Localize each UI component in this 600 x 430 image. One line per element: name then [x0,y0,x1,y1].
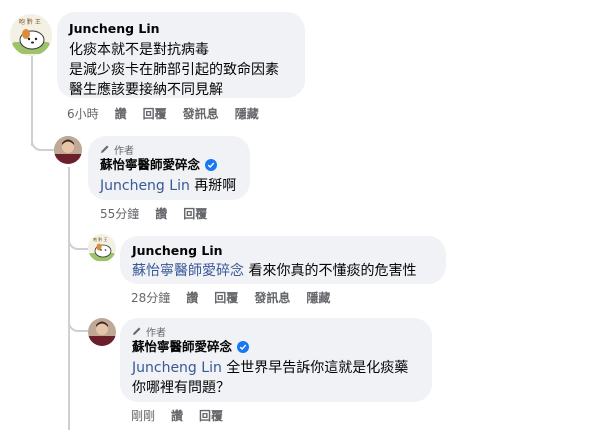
avatar-author[interactable] [88,318,116,346]
reply-button[interactable]: 回覆 [199,408,223,424]
like-button[interactable]: 讚 [115,106,127,122]
thread-elbow-1 [31,125,55,151]
hide-button[interactable]: 隱藏 [235,106,259,122]
comment-text: Juncheng Lin 全世界早告訴你這就是化痰藥 你哪裡有問題？ [132,360,409,396]
pencil-icon [101,145,109,153]
comment-actions-1: 6小時 讚 回覆 發訊息 隱藏 [67,106,259,122]
comment-bubble-3: Juncheng Lin 蘇怡寧醫師愛碎念 看來你真的不懂痰的危害性 [120,236,446,284]
pencil-icon [133,327,141,335]
comment-timestamp[interactable]: 剛剛 [131,408,155,424]
comment-text: 蘇怡寧醫師愛碎念 看來你真的不懂痰的危害性 [132,263,417,279]
like-button[interactable]: 讚 [155,206,167,222]
verified-badge-icon [237,341,250,353]
reply-button[interactable]: 回覆 [143,106,167,122]
comment-bubble-2: 作者 蘇怡寧醫師愛碎念 Juncheng Lin 再掰啊 [88,136,250,200]
comment-timestamp[interactable]: 55分鐘 [100,206,139,222]
mention-link[interactable]: 蘇怡寧醫師愛碎念 [132,263,244,279]
reply-button[interactable]: 回覆 [183,206,207,222]
like-button[interactable]: 讚 [171,408,183,424]
message-button[interactable]: 發訊息 [254,290,290,306]
message-button[interactable]: 發訊息 [183,106,219,122]
like-button[interactable]: 讚 [186,290,198,306]
comment-author-name[interactable]: Juncheng Lin [132,242,434,260]
comment-actions-2: 55分鐘 讚 回覆 [100,206,207,222]
reply-button[interactable]: 回覆 [214,290,238,306]
comment-timestamp[interactable]: 6小時 [67,106,99,122]
avatar-dog-illustration: 咆 黔 王 [10,14,52,56]
avatar-juncheng-lin[interactable]: 咆 黔 王 [10,14,52,56]
avatar-author[interactable] [54,136,82,164]
comment-actions-3: 28分鐘 讚 回覆 發訊息 隱藏 [131,290,330,306]
thread-elbow-3 [68,306,88,332]
avatar-dog-illustration: 咆 黔 王 [88,234,116,262]
comment-timestamp[interactable]: 28分鐘 [131,290,170,306]
svg-text:咆 黔 王: 咆 黔 王 [93,236,108,242]
comment-text: 化痰本就不是對抗病毒 是減少痰卡在肺部引起的致命因素 醫生應該要接納不同見解 [69,42,279,98]
comment-actions-4: 剛剛 讚 回覆 [131,408,223,424]
avatar-juncheng-lin[interactable]: 咆 黔 王 [88,234,116,262]
mention-link[interactable]: Juncheng Lin [100,178,190,194]
svg-text:咆 黔 王: 咆 黔 王 [19,18,41,26]
verified-badge-icon [205,159,218,171]
comment-author-name[interactable]: 蘇怡寧醫師愛碎念 [132,338,420,356]
comment-author-name[interactable]: Juncheng Lin [69,20,293,38]
hide-button[interactable]: 隱藏 [306,290,330,306]
comment-text: Juncheng Lin 再掰啊 [100,178,237,194]
avatar-person-photo [88,318,116,346]
avatar-person-photo [54,136,82,164]
comment-author-name[interactable]: 蘇怡寧醫師愛碎念 [100,156,238,174]
author-tag: 作者 [100,142,238,157]
mention-link[interactable]: Juncheng Lin [132,360,222,376]
comment-bubble-1: Juncheng Lin 化痰本就不是對抗病毒 是減少痰卡在肺部引起的致命因素 … [57,12,305,98]
thread-line-sub [68,167,70,430]
thread-elbow-2 [68,226,88,250]
comment-bubble-4: 作者 蘇怡寧醫師愛碎念 Juncheng Lin 全世界早告訴你這就是化痰藥 你… [120,318,432,402]
author-tag: 作者 [132,324,420,339]
